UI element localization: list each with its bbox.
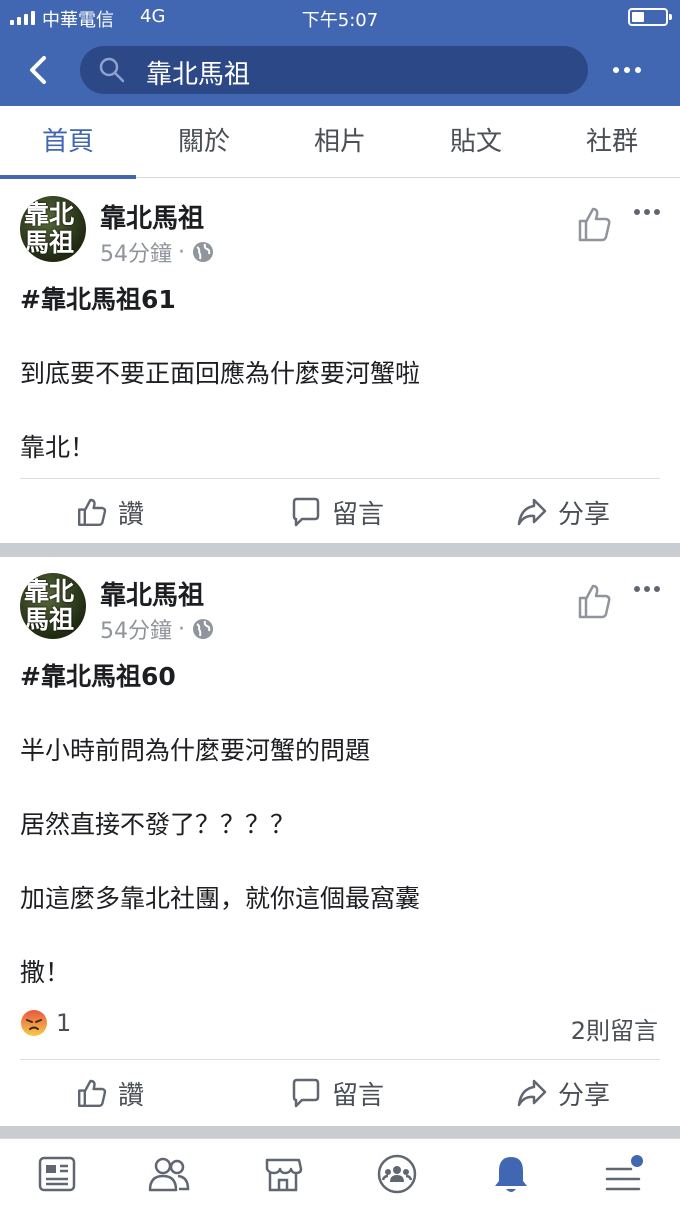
comment-button[interactable]: 留言 xyxy=(290,480,384,544)
post-time[interactable]: 54分鐘 xyxy=(100,613,172,645)
comment-icon xyxy=(292,1078,320,1108)
ellipsis-icon xyxy=(613,67,641,73)
like-button[interactable]: 讚 xyxy=(76,1061,144,1125)
nav-menu[interactable] xyxy=(600,1151,646,1197)
app-header: 中華電信 4G 下午5:07 靠北馬祖 xyxy=(0,0,680,106)
comment-button[interactable]: 留言 xyxy=(290,1061,384,1125)
bottom-nav xyxy=(0,1138,680,1209)
avatar[interactable]: 靠北 馬祖 xyxy=(20,196,86,262)
reaction-count: 1 xyxy=(56,1009,72,1037)
divider xyxy=(20,1059,660,1060)
thumbs-up-icon xyxy=(578,584,611,619)
page-like-button[interactable] xyxy=(574,204,614,244)
tab-photos[interactable]: 相片 xyxy=(272,106,408,178)
divider xyxy=(20,478,660,479)
thumbs-up-icon xyxy=(78,498,107,526)
share-label: 分享 xyxy=(558,1080,611,1111)
page-tabs: 首頁 關於 相片 貼文 社群 xyxy=(0,106,680,179)
avatar[interactable]: 靠北 馬祖 xyxy=(20,573,86,639)
post-options-button[interactable] xyxy=(628,204,668,224)
comment-label: 留言 xyxy=(332,1080,385,1111)
nav-news-feed[interactable] xyxy=(34,1151,80,1197)
back-button[interactable] xyxy=(22,50,58,90)
like-button[interactable]: 讚 xyxy=(76,480,144,544)
tab-posts[interactable]: 貼文 xyxy=(408,106,544,178)
like-label: 讚 xyxy=(118,1080,145,1111)
post-line: 撒！ xyxy=(20,958,71,987)
status-time: 下午5:07 xyxy=(301,10,379,31)
chevron-left-icon xyxy=(30,56,46,84)
share-icon xyxy=(517,1079,547,1107)
post-line: 半小時前問為什麼要河蟹的問題 xyxy=(20,736,371,765)
share-button[interactable]: 分享 xyxy=(516,480,610,544)
notifications-icon xyxy=(495,1157,527,1192)
post-line: 到底要不要正面回應為什麼要河蟹啦 xyxy=(20,359,421,388)
globe-icon xyxy=(193,619,213,639)
search-icon xyxy=(99,57,125,83)
status-bar: 中華電信 4G 下午5:07 xyxy=(0,0,680,34)
thumbs-up-icon xyxy=(78,1079,107,1107)
meta-dot: · xyxy=(178,616,185,642)
search-query: 靠北馬祖 xyxy=(146,60,251,90)
ellipsis-icon xyxy=(634,586,660,592)
post-time[interactable]: 54分鐘 xyxy=(100,236,172,268)
post-line: 居然直接不發了？？？？ xyxy=(20,810,296,839)
comment-label: 留言 xyxy=(332,499,385,530)
friends-icon xyxy=(148,1157,190,1192)
post-hashtag[interactable]: #靠北馬祖61 xyxy=(20,280,176,316)
search-input[interactable]: 靠北馬祖 xyxy=(80,46,588,94)
share-icon xyxy=(517,498,547,526)
tab-home[interactable]: 首頁 xyxy=(0,106,136,179)
feed-separator xyxy=(0,1126,680,1138)
post-author[interactable]: 靠北馬祖 xyxy=(100,198,204,235)
more-options-button[interactable] xyxy=(606,55,650,85)
nav-groups[interactable] xyxy=(374,1151,420,1197)
ellipsis-icon xyxy=(634,209,660,215)
globe-icon xyxy=(193,242,213,262)
tab-about[interactable]: 關於 xyxy=(136,106,272,178)
reaction-summary[interactable]: 1 xyxy=(20,1009,71,1037)
post-line: 加這麼多靠北社團，就你這個最窩囊 xyxy=(20,884,421,913)
share-label: 分享 xyxy=(558,499,611,530)
post-card: 靠北 馬祖 靠北馬祖 54分鐘 · #靠北馬祖60 半小時前問為什麼要河蟹的問題… xyxy=(0,557,680,1126)
feed-separator xyxy=(0,543,680,557)
post-author[interactable]: 靠北馬祖 xyxy=(100,575,204,612)
post-card: 靠北 馬祖 靠北馬祖 54分鐘 · #靠北馬祖61 到底要不要正面回應為什麼要河… xyxy=(0,180,680,543)
post-options-button[interactable] xyxy=(628,581,668,601)
share-button[interactable]: 分享 xyxy=(516,1061,610,1125)
like-label: 讚 xyxy=(118,499,145,530)
post-hashtag[interactable]: #靠北馬祖60 xyxy=(20,657,176,693)
post-meta: 54分鐘 · xyxy=(100,613,215,645)
comment-icon xyxy=(292,497,320,527)
meta-dot: · xyxy=(178,239,185,265)
menu-icon xyxy=(605,1155,643,1191)
marketplace-icon xyxy=(265,1158,303,1192)
tab-community[interactable]: 社群 xyxy=(544,106,680,178)
nav-notifications[interactable] xyxy=(488,1151,534,1197)
post-meta: 54分鐘 · xyxy=(100,236,215,268)
news-feed-icon xyxy=(38,1156,76,1192)
comment-count[interactable]: 2則留言 xyxy=(571,1011,658,1046)
angry-reaction-icon xyxy=(21,1010,47,1036)
thumbs-up-icon xyxy=(578,207,611,242)
nav-marketplace[interactable] xyxy=(260,1151,306,1197)
page-like-button[interactable] xyxy=(574,581,614,621)
post-line: 靠北！ xyxy=(20,433,96,462)
groups-icon xyxy=(377,1154,417,1194)
nav-friends[interactable] xyxy=(146,1151,192,1197)
battery-icon xyxy=(628,8,672,26)
